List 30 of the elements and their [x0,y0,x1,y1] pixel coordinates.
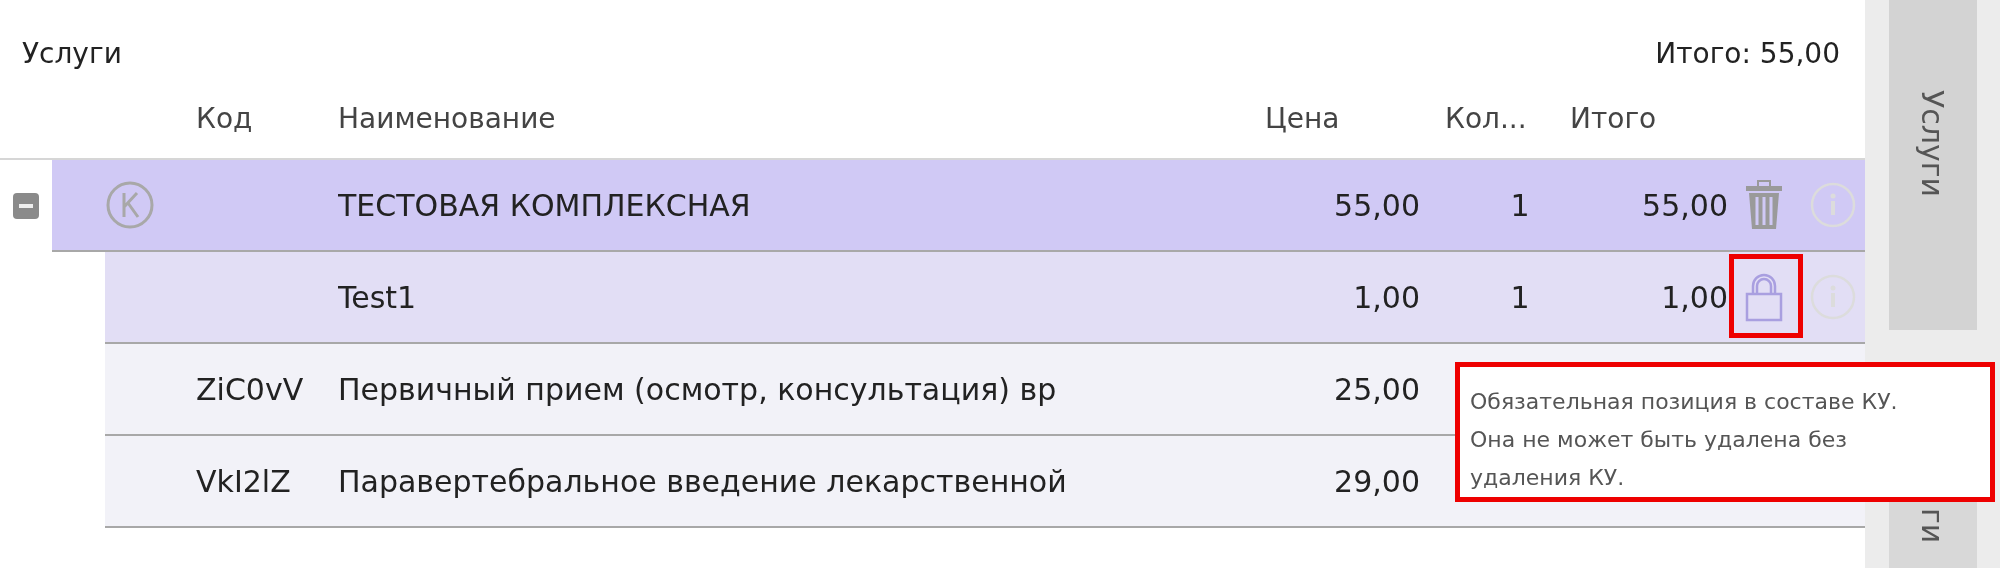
name-cell-text: ТЕСТОВАЯ КОМПЛЕКСНАЯ [338,187,752,223]
column-header: Наименование [338,101,557,135]
collapse-toggle[interactable] [13,193,39,219]
table-row[interactable]: Test1 1,00 1 1,00 [105,252,1865,344]
name-cell-text: Паравертебральное введение лекарственной [338,463,1068,499]
info-icon[interactable] [1809,274,1856,320]
price-cell-text: 1,00 [1352,279,1420,315]
quantity-cell-text: 1 [1509,187,1531,223]
table-row[interactable]: ТЕСТОВАЯ КОМПЛЕКСНАЯ 55,00 1 55,00 [52,160,1865,252]
code-cell-text: ZiC0vV [196,371,305,407]
price-cell-text: 29,00 [1333,463,1420,499]
column-header: Кол... [1445,101,1528,135]
price-cell-text: 55,00 [1333,187,1420,223]
column-header: Код [196,101,254,135]
letter-circle-icon [105,180,155,230]
total-cell-text: 55,00 [1641,187,1728,223]
trash-icon[interactable] [1745,180,1783,230]
side-tab[interactable]: Услуги [1888,0,1977,330]
grand-total: Итого: 55,00 [1655,36,1840,70]
column-header: Итого [1570,101,1657,135]
name-cell-text: Первичный прием (осмотр, консультация) вр [338,371,1058,407]
panel-title: Услуги [22,36,122,70]
price-cell-text: 25,00 [1333,371,1420,407]
tooltip: Обязательная позиция в составе КУ. Она не может быть удалена без удаления КУ. [1455,362,1995,502]
quantity-cell-text: 1 [1509,279,1531,315]
name-cell-text: Test1 [338,279,418,315]
column-header: Цена [1265,101,1341,135]
code-cell-text: VkI2lZ [196,463,292,499]
info-icon[interactable] [1809,182,1856,228]
total-cell-text: 1,00 [1660,279,1728,315]
